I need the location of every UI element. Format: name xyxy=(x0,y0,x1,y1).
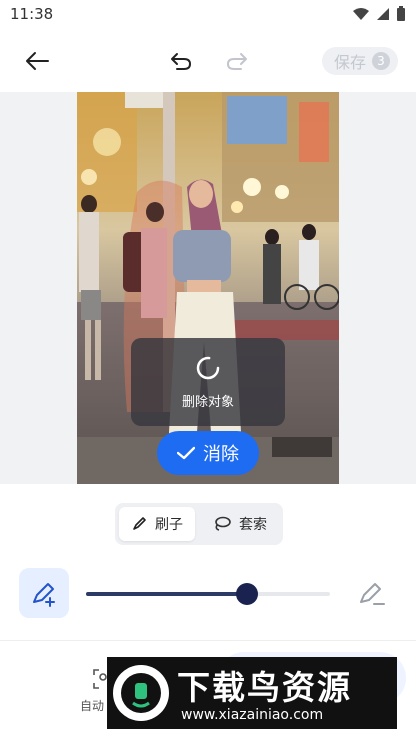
signal-icon xyxy=(377,8,389,20)
save-label: 保存 xyxy=(333,53,366,72)
status-time: 11:38 xyxy=(10,5,54,23)
erase-button[interactable]: 消除 xyxy=(157,431,259,475)
battery-icon xyxy=(397,6,405,21)
wifi-icon xyxy=(353,8,369,20)
slider-knob[interactable] xyxy=(236,583,258,605)
editing-canvas[interactable]: 删除对象 xyxy=(0,92,416,484)
undo-button[interactable] xyxy=(166,46,196,76)
processing-text: 删除对象 xyxy=(181,395,234,410)
top-toolbar: 保存 3 xyxy=(0,30,416,92)
loading-spinner-icon xyxy=(196,356,220,380)
lasso-icon xyxy=(215,516,231,531)
redo-icon xyxy=(227,53,247,70)
save-count-badge: 3 xyxy=(372,52,390,70)
auto-select-label: 自动 xyxy=(80,699,105,713)
back-button[interactable] xyxy=(20,46,54,76)
brush-add-button[interactable] xyxy=(19,568,69,618)
bird-logo-icon xyxy=(121,673,161,713)
brush-subtract-button[interactable] xyxy=(356,578,386,608)
processing-overlay: 删除对象 xyxy=(131,338,285,426)
selection-mode-toggle: 刷子 套索 xyxy=(115,503,283,545)
arrow-left-icon xyxy=(26,52,49,70)
divider xyxy=(0,640,416,641)
save-button[interactable]: 保存 3 xyxy=(321,47,398,75)
mode-brush-option[interactable]: 刷子 xyxy=(119,507,195,541)
mode-brush-label: 刷子 xyxy=(155,517,183,533)
watermark-title: 下载鸟资源 xyxy=(177,668,352,707)
brush-minus-icon xyxy=(360,583,385,605)
site-watermark: 下载鸟资源 www.xiazainiao.com xyxy=(107,657,397,729)
slider-fill xyxy=(86,592,247,596)
check-icon xyxy=(177,446,195,460)
watermark-logo xyxy=(113,665,169,721)
status-bar: 11:38 xyxy=(0,0,416,30)
brush-size-slider[interactable] xyxy=(86,583,330,605)
mode-lasso-label: 套索 xyxy=(239,517,267,533)
redo-button[interactable] xyxy=(222,46,252,76)
erase-button-label: 消除 xyxy=(203,444,239,465)
brush-icon xyxy=(133,517,146,530)
status-icons xyxy=(352,6,406,22)
brush-plus-icon xyxy=(33,583,55,607)
watermark-url: www.xiazainiao.com xyxy=(181,707,324,723)
undo-icon xyxy=(171,53,191,70)
mode-lasso-option[interactable]: 套索 xyxy=(201,507,279,541)
